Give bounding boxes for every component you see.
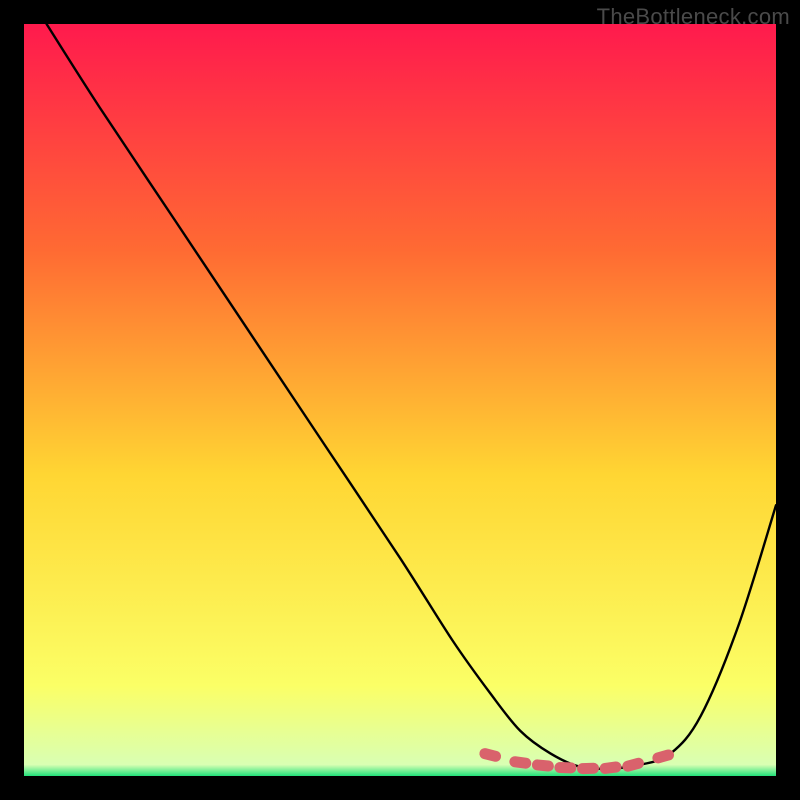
chart-svg: [24, 24, 776, 776]
marker-pill: [577, 763, 599, 775]
marker-pill: [554, 762, 576, 774]
chart-plot: [24, 24, 776, 776]
attribution-text: TheBottleneck.com: [597, 4, 790, 30]
gradient-background: [24, 24, 776, 776]
